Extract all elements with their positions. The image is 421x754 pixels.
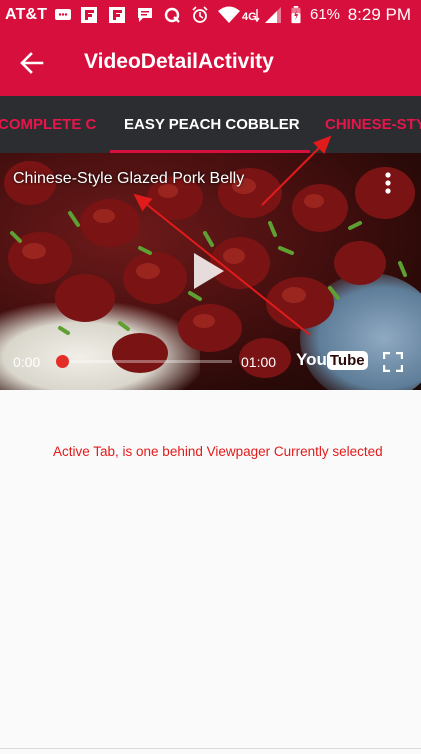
carrier-label: AT&T xyxy=(5,6,48,23)
tab-chinese-style[interactable]: CHINESE-STY xyxy=(325,96,421,153)
youtube-logo[interactable]: You Tube xyxy=(296,350,368,374)
message-icon xyxy=(55,9,71,20)
video-current-time: 0:00 xyxy=(13,354,41,370)
page-title: VideoDetailActivity xyxy=(84,50,274,73)
youtube-logo-tube: Tube xyxy=(326,350,368,370)
app-bar: VideoDetailActivity xyxy=(0,30,421,96)
status-time: 8:29 PM xyxy=(347,5,411,24)
video-title: Chinese-Style Glazed Pork Belly xyxy=(13,170,245,187)
fullscreen-icon[interactable] xyxy=(383,352,403,372)
tab-complete[interactable]: COMPLETE C xyxy=(0,96,96,153)
svg-text:4G: 4G xyxy=(242,11,257,23)
4g-lte-icon: 4G xyxy=(242,9,260,23)
video-seek-bar[interactable] xyxy=(62,360,232,363)
divider xyxy=(0,748,421,749)
tab-easy-peach-cobbler[interactable]: EASY PEACH COBBLER xyxy=(124,96,300,153)
arrow-left-icon[interactable] xyxy=(20,52,44,74)
youtube-logo-you: You xyxy=(296,350,327,369)
chat-icon xyxy=(138,8,152,22)
annotation-note: Active Tab, is one behind Viewpager Curr… xyxy=(53,444,383,459)
alarm-icon xyxy=(192,6,208,23)
q-icon xyxy=(164,7,180,23)
flipboard-icon xyxy=(81,7,97,23)
tab-bar: COMPLETE C EASY PEACH COBBLER CHINESE-ST… xyxy=(0,96,421,153)
video-player[interactable]: Chinese-Style Glazed Pork Belly 0:00 01:… xyxy=(0,153,421,390)
status-bar: AT&T 4G 61% 8:29 PM xyxy=(0,0,421,30)
battery-percent: 61% xyxy=(310,6,341,23)
wifi-icon xyxy=(218,6,240,23)
signal-icon xyxy=(265,7,281,23)
play-icon[interactable] xyxy=(192,251,226,291)
video-duration: 01:00 xyxy=(241,354,277,370)
video-seek-handle[interactable] xyxy=(56,355,69,368)
battery-icon xyxy=(291,6,301,24)
flipboard-icon xyxy=(109,7,125,23)
more-vert-icon[interactable] xyxy=(384,171,392,195)
